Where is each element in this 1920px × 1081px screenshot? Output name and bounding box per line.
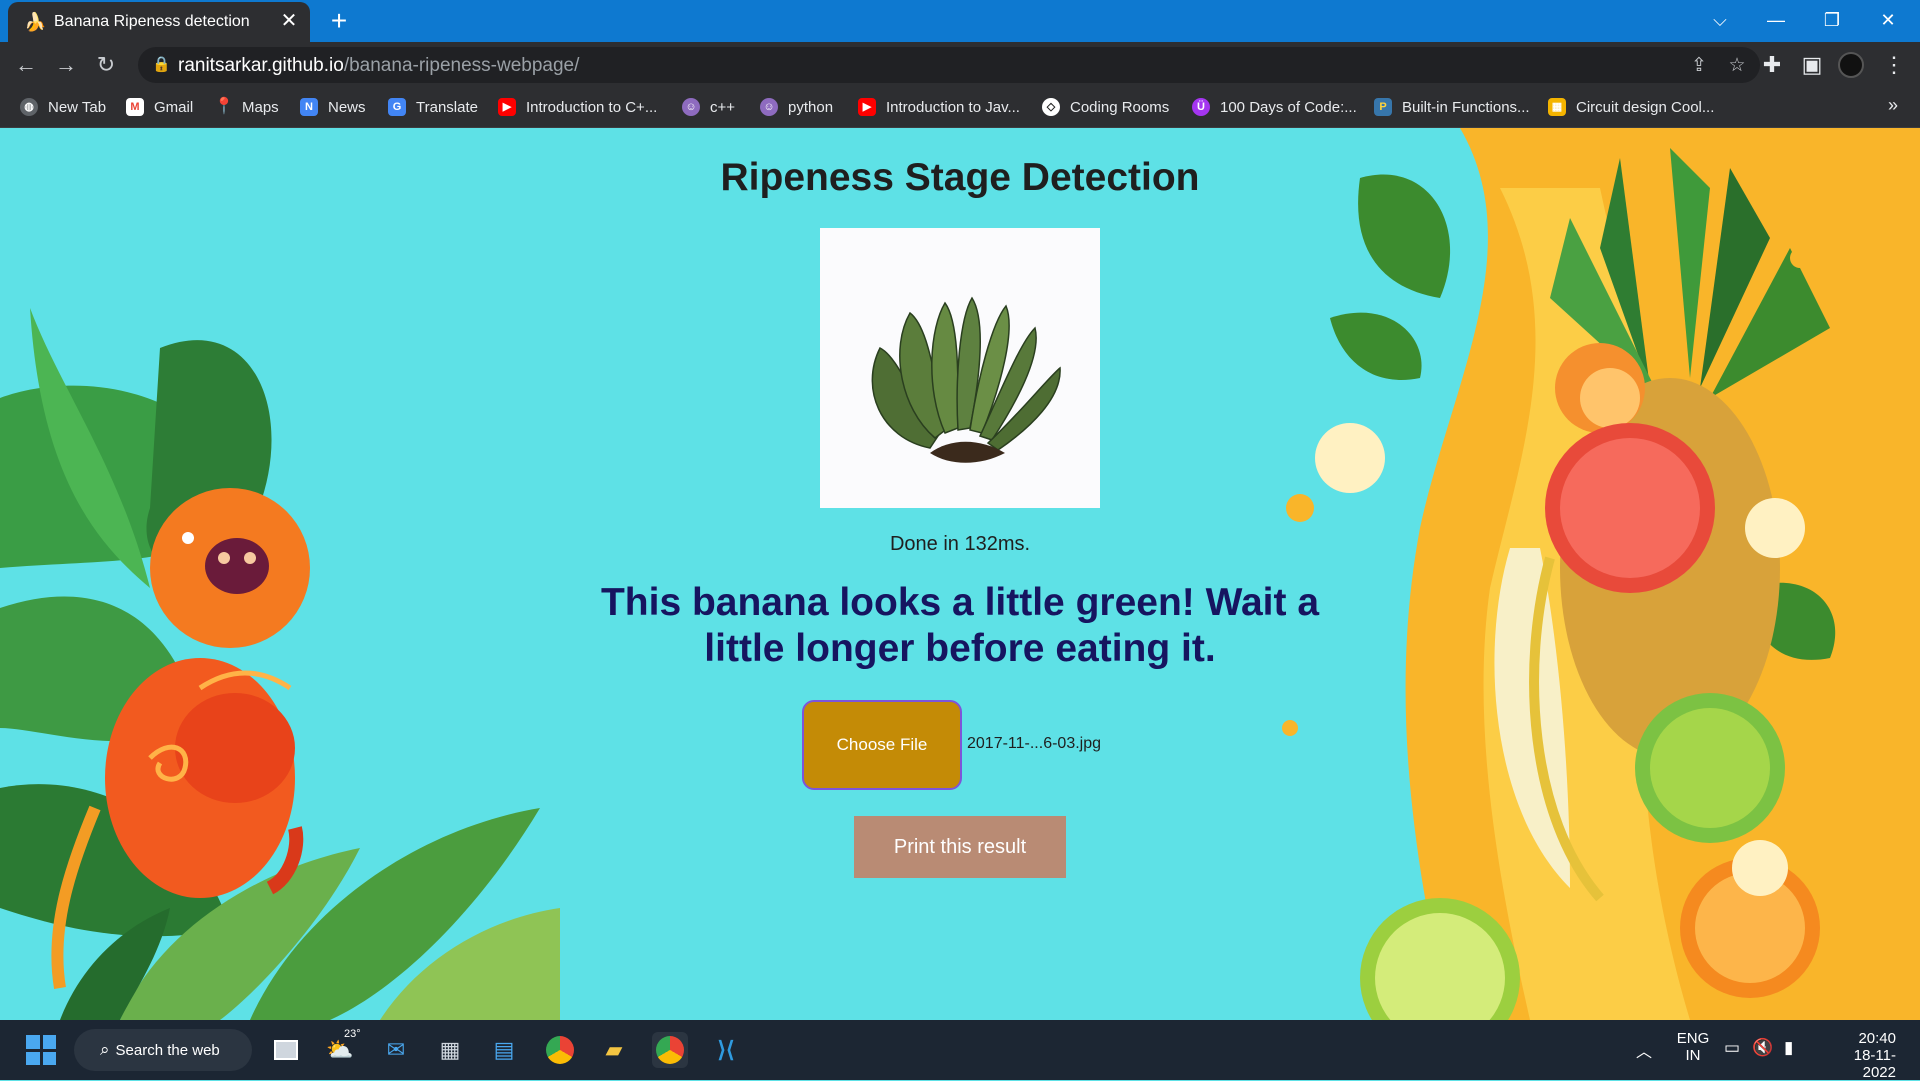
bookmark-python[interactable]: ☺ python (760, 96, 833, 118)
side-panel-icon[interactable]: ▣ (1798, 52, 1826, 78)
bookmark-intro-cpp[interactable]: ▶ Introduction to C+... (498, 96, 657, 118)
bookmark-intro-java[interactable]: ▶ Introduction to Jav... (858, 96, 1020, 118)
clock[interactable]: 20:40 18-11-2022 (1824, 1030, 1896, 1081)
print-result-button[interactable]: Print this result (854, 816, 1066, 878)
green-banana-bunch-image (871, 296, 1061, 463)
circuit-icon: ▦ (1548, 98, 1566, 116)
bookmark-coding-rooms[interactable]: ◇ Coding Rooms (1042, 96, 1169, 118)
web-page: Ripeness Stage Detection Done in 132ms. … (0, 128, 1920, 1020)
bookmark-news[interactable]: N News (300, 96, 366, 118)
title-bar: 🍌 Banana Ripeness detection ✕ + ⌵ — ❐ ✕ (0, 0, 1920, 42)
translate-icon: G (388, 98, 406, 116)
notepad-icon[interactable]: ▤ (486, 1032, 522, 1068)
chrome-active-icon[interactable] (652, 1032, 688, 1068)
new-tab-button[interactable]: + (324, 6, 354, 36)
choose-file-button[interactable]: Choose File (802, 700, 962, 790)
chrome-icon[interactable] (542, 1032, 578, 1068)
gmail-icon: M (126, 98, 144, 116)
extensions-icon[interactable]: ✚ (1758, 52, 1786, 78)
python-icon: P (1374, 98, 1392, 116)
maps-icon: 📍 (214, 98, 234, 115)
youtube-icon: ▶ (498, 98, 516, 116)
weather-icon: ⛅ (326, 1037, 354, 1062)
menu-icon[interactable]: ⋮ (1880, 52, 1908, 78)
vscode-icon[interactable]: ⟩⟨ (708, 1032, 744, 1068)
search-icon: ⌕ (100, 1040, 110, 1059)
bookmark-maps[interactable]: 📍 Maps (214, 96, 279, 118)
bookmark-translate[interactable]: G Translate (388, 96, 478, 118)
more-bookmarks-icon[interactable]: » (1888, 95, 1898, 116)
profile-avatar[interactable] (1838, 52, 1866, 78)
ripeness-result: This banana looks a little green! Wait a… (600, 581, 1320, 670)
bookmark-100-days[interactable]: Ü 100 Days of Code:... (1192, 96, 1357, 118)
taskbar: ⌕ Search the web ⛅ 23° ✉ ▦ ▤ ▰ ⟩⟨ ︿ ENG IN… (0, 1020, 1920, 1081)
lock-icon[interactable]: 🔒 (152, 55, 171, 73)
language-indicator[interactable]: ENG IN (1676, 1030, 1710, 1064)
udemy-icon: Ü (1192, 98, 1210, 116)
close-window-button[interactable]: ✕ (1868, 6, 1908, 34)
page-title: Ripeness Stage Detection (720, 156, 1200, 199)
status-text: Done in 132ms. (889, 533, 1031, 555)
network-icon[interactable]: ▭ (1724, 1038, 1740, 1058)
bookmark-star-icon[interactable]: ☆ (1724, 54, 1750, 77)
youtube-icon: ▶ (858, 98, 876, 116)
tab-title: Banana Ripeness detection (54, 13, 250, 30)
address-bar[interactable]: 🔒 ranitsarkar.github.io/banana-ripeness-… (138, 47, 1760, 83)
bookmark-gmail[interactable]: M Gmail (126, 96, 193, 118)
back-icon[interactable]: ← (12, 52, 40, 78)
task-view-icon[interactable] (268, 1032, 304, 1068)
avatar-icon: ☺ (682, 98, 700, 116)
bookmark-circuit-design[interactable]: ▦ Circuit design Cool... (1548, 96, 1714, 118)
volume-muted-icon[interactable]: 🔇 (1752, 1038, 1773, 1058)
battery-icon[interactable]: ▮ (1784, 1038, 1793, 1058)
fruit-splash-illustration (1282, 128, 1920, 1020)
minimize-button[interactable]: — (1756, 6, 1796, 34)
calculator-icon[interactable]: ▦ (432, 1032, 468, 1068)
file-explorer-icon[interactable]: ▰ (596, 1032, 632, 1068)
taskbar-search[interactable]: ⌕ Search the web (74, 1029, 252, 1071)
bookmark-cpp[interactable]: ☺ c++ (682, 96, 735, 118)
news-icon: N (300, 98, 318, 116)
coding-rooms-icon: ◇ (1042, 98, 1060, 116)
chevron-up-icon[interactable]: ︿ (1636, 1038, 1652, 1062)
browser-tab[interactable]: 🍌 Banana Ripeness detection ✕ (8, 2, 310, 42)
reload-icon[interactable]: ↻ (92, 52, 120, 78)
selected-file-name: 2017-11-...6-03.jpg (967, 735, 1102, 752)
tab-search-icon[interactable]: ⌵ (1700, 6, 1740, 34)
weather-widget[interactable]: ⛅ 23° (322, 1028, 360, 1068)
forward-icon[interactable]: → (52, 52, 80, 78)
navigation-bar: ← → ↻ 🔒 ranitsarkar.github.io/banana-rip… (0, 42, 1920, 87)
url-text: ranitsarkar.github.io/banana-ripeness-we… (178, 55, 580, 76)
banana-icon: 🍌 (24, 12, 47, 32)
tab-close-icon[interactable]: ✕ (278, 10, 300, 32)
avatar-icon: ☺ (760, 98, 778, 116)
bookmark-new-tab[interactable]: ◍ New Tab (20, 96, 106, 118)
share-icon[interactable]: ⇪ (1686, 54, 1712, 77)
banana-preview-image (820, 228, 1100, 508)
start-button[interactable] (26, 1035, 56, 1065)
restore-button[interactable]: ❐ (1812, 6, 1852, 34)
bookmarks-bar: ◍ New Tab M Gmail 📍 Maps N News G Translate ▶… (0, 87, 1920, 128)
jungle-monkey-illustration (0, 308, 560, 1020)
bookmark-builtin-functions[interactable]: P Built-in Functions... (1374, 96, 1530, 118)
mail-icon[interactable]: ✉ (378, 1032, 414, 1068)
globe-icon: ◍ (20, 98, 38, 116)
